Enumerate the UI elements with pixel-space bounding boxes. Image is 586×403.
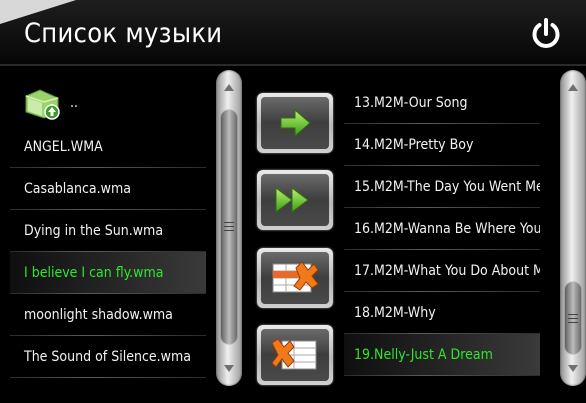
remove-all-tracks-button[interactable] xyxy=(257,325,333,385)
double-arrow-right-icon xyxy=(275,187,309,213)
list-item[interactable]: Dying in the Sun.wma xyxy=(10,210,206,252)
delete-item-icon xyxy=(272,261,319,293)
remove-track-button[interactable] xyxy=(257,248,333,308)
source-file-list: .. ANGEL.WMA Casablanca.wma Dying in the… xyxy=(10,82,206,378)
list-item[interactable]: The Sound of Silence.wma xyxy=(10,336,206,378)
list-item-selected[interactable]: 19.Nelly-Just A Dream xyxy=(344,334,540,376)
scroll-up-icon[interactable] xyxy=(568,84,578,91)
parent-folder-label: .. xyxy=(70,95,78,111)
list-item[interactable]: 15.M2M-The Day You Went Me xyxy=(344,166,540,208)
scroll-up-icon[interactable] xyxy=(224,84,234,91)
list-item[interactable]: 18.M2M-Why xyxy=(344,292,540,334)
header-bar: Список музыки xyxy=(0,0,586,64)
delete-all-icon xyxy=(271,338,317,370)
arrow-right-icon xyxy=(280,108,311,138)
header-divider xyxy=(0,64,586,66)
list-item[interactable]: 14.M2M-Pretty Boy xyxy=(344,124,540,166)
page-title: Список музыки xyxy=(24,18,223,49)
list-item-selected[interactable]: I believe I can fly.wma xyxy=(10,252,206,294)
left-scrollbar[interactable] xyxy=(216,70,242,386)
parent-folder-item[interactable]: .. xyxy=(10,82,206,126)
list-item[interactable]: 16.M2M-Wanna Be Where You ... xyxy=(344,208,540,250)
right-scrollbar[interactable] xyxy=(560,70,586,386)
list-item[interactable]: 17.M2M-What You Do About Me xyxy=(344,250,540,292)
list-item[interactable]: Casablanca.wma xyxy=(10,168,206,210)
left-scrollbar-thumb[interactable] xyxy=(221,110,237,344)
scroll-down-icon[interactable] xyxy=(568,365,578,372)
list-item[interactable]: 13.M2M-Our Song xyxy=(344,82,540,124)
scroll-down-icon[interactable] xyxy=(224,365,234,372)
playlist: 13.M2M-Our Song 14.M2M-Pretty Boy 15.M2M… xyxy=(344,82,540,376)
folder-up-icon xyxy=(25,89,60,120)
add-track-button[interactable] xyxy=(257,93,333,153)
list-item[interactable]: ANGEL.WMA xyxy=(10,126,206,168)
power-icon[interactable] xyxy=(528,16,564,52)
list-item[interactable]: moonlight shadow.wma xyxy=(10,294,206,336)
right-scrollbar-thumb[interactable] xyxy=(565,282,581,354)
add-all-tracks-button[interactable] xyxy=(257,170,333,230)
